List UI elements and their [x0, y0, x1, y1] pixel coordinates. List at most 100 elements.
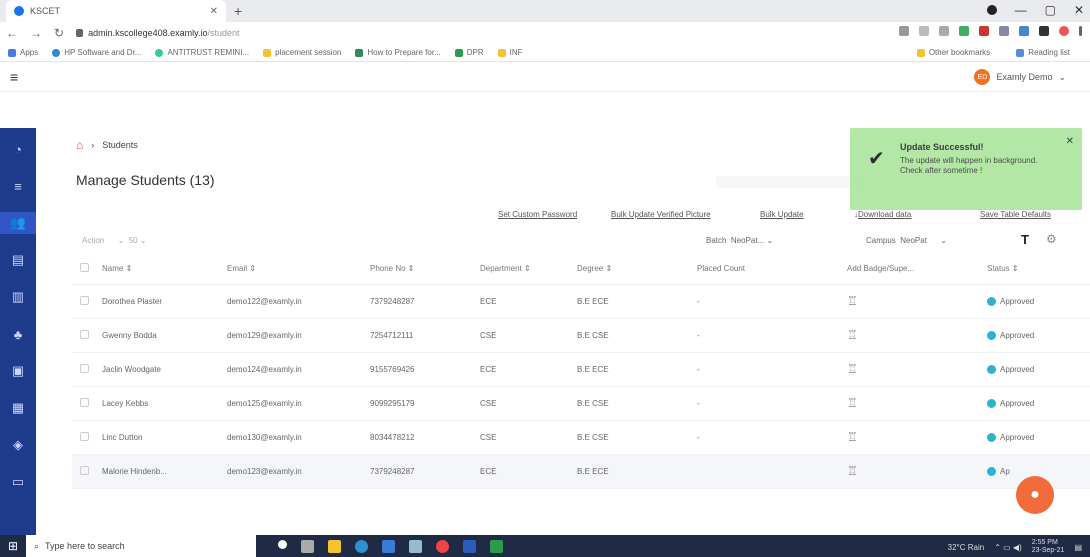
batch-select[interactable]: Batch NeoPat... ⌄: [706, 236, 773, 245]
save-table-defaults-link[interactable]: Save Table Defaults: [980, 210, 1051, 219]
task-view-icon[interactable]: [301, 539, 314, 553]
action-select[interactable]: Action ⌄ 50 ⌄: [82, 236, 147, 245]
minimize-button[interactable]: —: [1015, 3, 1027, 17]
app-icon[interactable]: [409, 539, 422, 553]
download-data-link[interactable]: ↓ Download data: [854, 210, 911, 219]
forward-button[interactable]: →: [30, 26, 42, 40]
table-row[interactable]: Dorothea Plaster demo122@examly.in 73792…: [72, 284, 1090, 319]
sidebar-item-messages[interactable]: ▭: [0, 471, 36, 493]
row-checkbox[interactable]: [80, 465, 89, 475]
reading-list[interactable]: Reading list: [1016, 48, 1070, 57]
maximize-button[interactable]: ▢: [1045, 3, 1056, 17]
new-tab-button[interactable]: +: [234, 3, 242, 19]
badge-icon[interactable]: ♖: [847, 464, 858, 478]
browser-tabstrip: KSCET ✕ + — ▢ ✕: [0, 0, 1090, 22]
tray-icons[interactable]: ⌃ ▭ ◀): [994, 543, 1022, 552]
profile-icon[interactable]: [986, 5, 997, 15]
key-icon[interactable]: [899, 26, 909, 36]
col-department[interactable]: Department ⇕: [480, 254, 577, 285]
row-checkbox[interactable]: [80, 363, 89, 373]
table-row[interactable]: Jaclin Woodgate demo124@examly.in 915576…: [72, 352, 1090, 387]
extension-icon[interactable]: [999, 26, 1009, 36]
sidebar-item-courses[interactable]: ≡: [0, 175, 36, 197]
file-explorer-icon[interactable]: [328, 539, 341, 553]
col-degree[interactable]: Degree ⇕: [577, 254, 697, 285]
badge-icon[interactable]: ♖: [847, 430, 858, 444]
bookmark-apps[interactable]: Apps: [8, 48, 38, 57]
card-icon: ▣: [11, 363, 25, 378]
filter-icon[interactable]: T: [1021, 232, 1029, 247]
windows-start-icon[interactable]: ⊞: [0, 535, 26, 557]
close-icon[interactable]: ✕: [1066, 136, 1074, 147]
close-tab-icon[interactable]: ✕: [210, 6, 218, 17]
sidebar-item-tests[interactable]: ▤: [0, 249, 36, 271]
row-checkbox[interactable]: [80, 397, 89, 407]
url-field[interactable]: admin.kscollege408.examly.io /student: [76, 28, 240, 38]
cortana-icon[interactable]: [278, 539, 287, 549]
sidebar-item-questions[interactable]: ▣: [0, 360, 36, 382]
table-row[interactable]: Malorie Hindenb... demo123@examly.in 737…: [72, 454, 1090, 489]
select-all-checkbox[interactable]: [80, 263, 89, 273]
sidebar-item-students[interactable]: 👥: [0, 212, 36, 234]
bulk-update-link[interactable]: Bulk Update: [760, 210, 804, 219]
weather[interactable]: 32°C Rain: [948, 543, 985, 552]
back-button[interactable]: ←: [6, 26, 18, 40]
home-icon[interactable]: ⌂: [76, 138, 83, 152]
puzzle-icon[interactable]: [1039, 26, 1049, 36]
clock[interactable]: 2:55 PM 23-Sep-21: [1032, 539, 1065, 555]
hamburger-menu-icon[interactable]: ≡: [10, 69, 18, 85]
star-icon[interactable]: [939, 26, 949, 36]
zoom-icon[interactable]: [919, 26, 929, 36]
close-window-button[interactable]: ✕: [1074, 3, 1084, 17]
edge-icon[interactable]: [355, 539, 368, 553]
cell-placed: -: [697, 284, 847, 319]
sidebar-item-security[interactable]: ◈: [0, 434, 36, 456]
search-input[interactable]: [716, 176, 866, 188]
badge-icon[interactable]: ♖: [847, 328, 858, 342]
bookmark-dpr[interactable]: DPR: [454, 48, 484, 57]
sidebar-item-hierarchy[interactable]: ♣: [0, 323, 36, 345]
document-icon: ▥: [11, 289, 25, 304]
user-menu[interactable]: ED Examly Demo ⌄: [974, 69, 1066, 85]
bookmark-placement[interactable]: placement session: [263, 48, 341, 57]
badge-icon[interactable]: ♖: [847, 396, 858, 410]
reload-button[interactable]: ↻: [54, 26, 64, 40]
table-row[interactable]: Lacey Kebbs demo125@examly.in 9099295179…: [72, 386, 1090, 421]
extension-icon[interactable]: [959, 26, 969, 36]
sidebar-item-dashboard[interactable]: ◔: [0, 138, 36, 160]
bookmark-hp[interactable]: HP Software and Dr...: [52, 48, 141, 57]
settings-icon[interactable]: ⚙: [1046, 232, 1057, 246]
notification-icon[interactable]: ▤: [1074, 543, 1082, 552]
col-status[interactable]: Status ⇕: [987, 254, 1090, 285]
row-checkbox[interactable]: [80, 295, 89, 305]
avatar-icon[interactable]: [1059, 26, 1069, 36]
row-checkbox[interactable]: [80, 431, 89, 441]
menu-icon[interactable]: [1079, 26, 1082, 36]
table-row[interactable]: Gwenny Bodda demo129@examly.in 725471211…: [72, 318, 1090, 353]
table-row[interactable]: Linc Dutton demo130@examly.in 8034478212…: [72, 420, 1090, 455]
row-checkbox[interactable]: [80, 329, 89, 339]
chrome-icon[interactable]: [436, 539, 449, 553]
col-email[interactable]: Email ⇕: [227, 254, 370, 285]
extension-icon[interactable]: [1019, 26, 1029, 36]
taskbar-search[interactable]: ⌕ Type here to search: [26, 535, 256, 557]
app-icon[interactable]: [382, 539, 395, 553]
badge-icon[interactable]: ♖: [847, 362, 858, 376]
chat-button[interactable]: ●: [1016, 476, 1054, 514]
bookmark-other[interactable]: Other bookmarks: [916, 48, 990, 57]
col-phone[interactable]: Phone No ⇕: [370, 254, 480, 285]
col-name[interactable]: Name ⇕: [102, 254, 227, 285]
sidebar-item-companies[interactable]: ▦: [0, 397, 36, 419]
bookmark-prepare[interactable]: How to Prepare for...: [355, 48, 441, 57]
bookmark-antitrust[interactable]: ANTITRUST REMINI...: [155, 48, 249, 57]
excel-icon[interactable]: [490, 539, 503, 553]
campus-select[interactable]: Campus NeoPat ⌄: [866, 236, 947, 245]
word-icon[interactable]: [463, 539, 476, 553]
sidebar-item-reports[interactable]: ▥: [0, 286, 36, 308]
extension-icon[interactable]: [979, 26, 989, 36]
set-custom-password-link[interactable]: Set Custom Password: [498, 210, 577, 219]
badge-icon[interactable]: ♖: [847, 294, 858, 308]
browser-tab[interactable]: KSCET ✕: [6, 0, 226, 22]
bulk-update-verified-picture-link[interactable]: Bulk Update Verified Picture: [611, 210, 711, 219]
bookmark-inf[interactable]: INF: [497, 48, 523, 57]
